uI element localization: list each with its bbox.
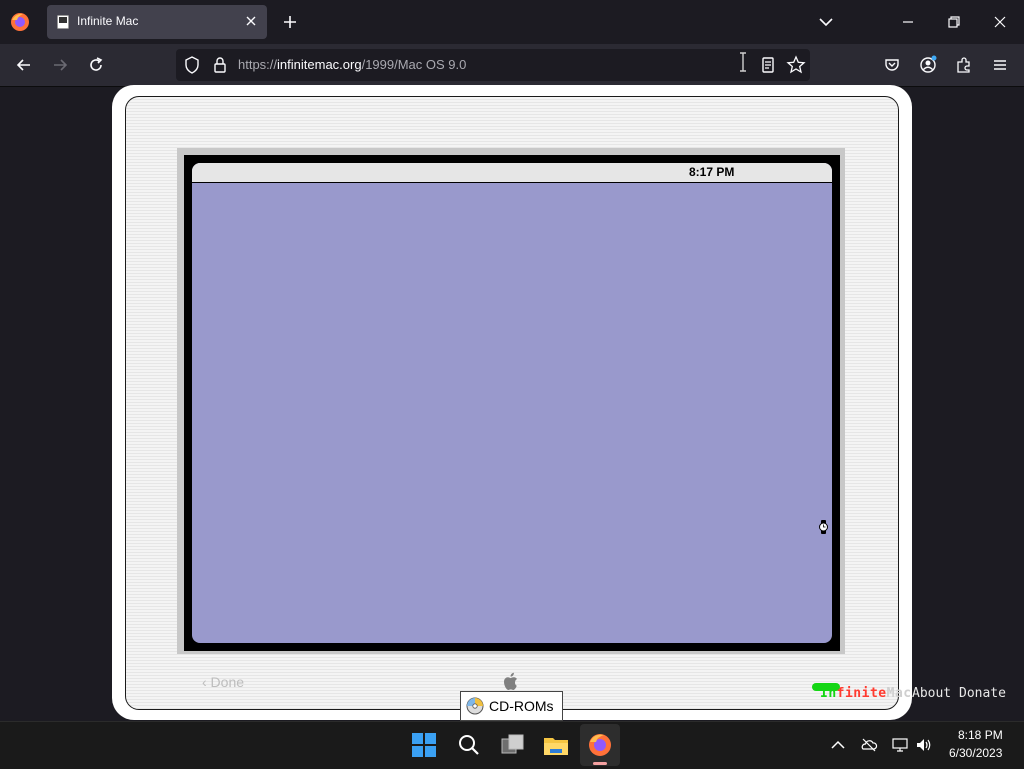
taskbar-date[interactable]: 6/30/2023 (949, 746, 1002, 760)
onedrive-offline-icon[interactable] (860, 736, 878, 754)
mac-desktop[interactable]: 8:17 PM (192, 163, 832, 643)
menubar-clock[interactable]: 8:17 PM (689, 165, 734, 179)
shield-icon[interactable] (182, 55, 202, 75)
pocket-icon[interactable] (882, 55, 902, 75)
task-view-icon[interactable] (498, 730, 528, 760)
url-bar[interactable]: https://infinitemac.org/1999/Mac OS 9.0 (176, 49, 810, 81)
network-icon[interactable] (891, 736, 909, 754)
lock-icon[interactable] (210, 55, 230, 75)
cdrom-button[interactable]: CD-ROMs (460, 691, 563, 721)
browser-nav-bar: https://infinitemac.org/1999/Mac OS 9.0 (0, 44, 1024, 87)
windows-start-icon[interactable] (409, 730, 439, 760)
apple-logo-icon (504, 672, 517, 690)
bookmark-star-icon[interactable] (786, 55, 806, 75)
forward-icon[interactable] (50, 55, 70, 75)
chevron-up-icon[interactable] (829, 736, 847, 754)
chevron-down-icon[interactable] (816, 12, 836, 32)
done-button[interactable]: ‹ Done (202, 674, 244, 690)
cd-disc-icon (466, 697, 484, 715)
file-explorer-icon[interactable] (541, 730, 571, 760)
cdrom-label: CD-ROMs (489, 698, 554, 714)
restore-icon[interactable] (944, 12, 964, 32)
watch-cursor-icon (819, 520, 828, 534)
reload-icon[interactable] (86, 55, 106, 75)
account-icon[interactable] (918, 55, 938, 75)
tab-title: Infinite Mac (77, 14, 139, 28)
text-cursor-icon (740, 52, 746, 72)
mac-favicon-icon (57, 15, 69, 29)
donate-link[interactable]: Donate (959, 686, 1006, 701)
menu-icon[interactable] (990, 55, 1010, 75)
new-tab-icon[interactable] (280, 12, 300, 32)
back-icon[interactable] (14, 55, 34, 75)
firefox-taskbar-icon[interactable] (585, 730, 615, 760)
taskbar-time[interactable]: 8:18 PM (958, 728, 1003, 742)
reader-view-icon[interactable] (758, 55, 778, 75)
close-tab-icon[interactable] (243, 13, 259, 29)
url-text[interactable]: https://infinitemac.org/1999/Mac OS 9.0 (238, 57, 466, 72)
active-app-indicator (593, 762, 607, 765)
infinite-mac-logo[interactable]: InfiniteMac (812, 683, 911, 707)
browser-tab-bar: Infinite Mac (0, 0, 1024, 44)
minimize-icon[interactable] (898, 12, 918, 32)
volume-icon[interactable] (915, 736, 933, 754)
logo-part-1: In (820, 686, 837, 701)
extensions-icon[interactable] (954, 55, 974, 75)
windows-taskbar: 8:18 PM 6/30/2023 (0, 721, 1024, 769)
about-link[interactable]: About (912, 686, 951, 701)
close-window-icon[interactable] (990, 12, 1010, 32)
firefox-icon[interactable] (8, 10, 32, 34)
logo-part-2: finite (836, 686, 887, 701)
logo-part-3: Mac (886, 686, 912, 701)
logo-text: InfiniteMac (820, 686, 912, 701)
mac-menubar[interactable]: 8:17 PM (192, 163, 832, 183)
search-icon[interactable] (454, 730, 484, 760)
browser-tab[interactable]: Infinite Mac (47, 5, 267, 39)
